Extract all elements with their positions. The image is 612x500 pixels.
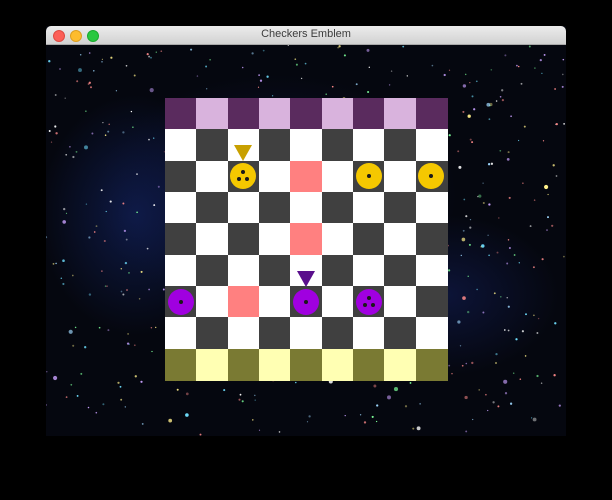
board-square[interactable] (165, 317, 197, 350)
board-square[interactable] (384, 192, 417, 224)
board-square[interactable] (165, 129, 197, 162)
board-square[interactable] (259, 98, 291, 130)
board-square[interactable] (165, 98, 197, 130)
board-square[interactable] (321, 129, 354, 162)
board-square[interactable] (384, 98, 417, 130)
board-square[interactable] (165, 254, 197, 287)
board-square[interactable] (227, 317, 260, 350)
piece-dot (366, 295, 371, 300)
board-square[interactable] (415, 286, 448, 318)
title-bar[interactable]: Checkers Emblem (46, 26, 566, 45)
board-square[interactable] (196, 192, 229, 224)
board-square[interactable] (415, 98, 448, 130)
piece-dot (429, 174, 434, 179)
board-square[interactable] (321, 317, 354, 350)
board-square[interactable] (165, 192, 197, 224)
board-square[interactable] (196, 286, 229, 318)
board-square[interactable] (321, 98, 354, 130)
piece-dot (245, 177, 250, 182)
board-square[interactable] (227, 223, 260, 256)
board-square[interactable] (415, 254, 448, 287)
board-square[interactable] (290, 98, 323, 130)
highlighted-square[interactable] (290, 160, 323, 193)
board-square[interactable] (196, 223, 229, 256)
board-square[interactable] (259, 348, 291, 381)
board-square[interactable] (196, 317, 229, 350)
board-square[interactable] (290, 129, 323, 162)
board-square[interactable] (321, 223, 354, 256)
board-square[interactable] (353, 192, 385, 224)
board-square[interactable] (227, 254, 260, 287)
board-square[interactable] (196, 348, 229, 381)
board-square[interactable] (196, 98, 229, 130)
board-square[interactable] (165, 223, 197, 256)
board-square[interactable] (259, 317, 291, 350)
game-board[interactable] (165, 98, 448, 381)
board-square[interactable] (259, 286, 291, 318)
board-square[interactable] (384, 348, 417, 381)
board-square[interactable] (353, 317, 385, 350)
board-square[interactable] (227, 192, 260, 224)
board-square[interactable] (259, 160, 291, 193)
board-square[interactable] (415, 192, 448, 224)
yellow-piece[interactable] (355, 163, 382, 190)
board-square[interactable] (384, 286, 417, 318)
board-square[interactable] (384, 223, 417, 256)
board-square[interactable] (321, 286, 354, 318)
board-square[interactable] (196, 254, 229, 287)
board-square[interactable] (415, 223, 448, 256)
board-square[interactable] (415, 348, 448, 381)
board-square[interactable] (290, 317, 323, 350)
piece-dot (370, 302, 375, 307)
board-square[interactable] (259, 192, 291, 224)
board-square[interactable] (321, 254, 354, 287)
board-square[interactable] (353, 223, 385, 256)
board-square[interactable] (384, 254, 417, 287)
board-square[interactable] (321, 192, 354, 224)
board-square[interactable] (196, 129, 229, 162)
board-square[interactable] (259, 129, 291, 162)
board-square[interactable] (259, 223, 291, 256)
board-square[interactable] (353, 129, 385, 162)
purple-piece[interactable] (355, 288, 382, 315)
board-square[interactable] (321, 348, 354, 381)
selection-arrow-icon (234, 145, 253, 162)
piece-dot (366, 174, 371, 179)
purple-piece[interactable] (167, 288, 194, 315)
board-square[interactable] (415, 317, 448, 350)
board-square[interactable] (290, 348, 323, 381)
selection-arrow-icon (297, 270, 315, 287)
purple-piece[interactable] (293, 288, 319, 315)
board-square[interactable] (384, 317, 417, 350)
piece-dot (241, 170, 246, 175)
board-square[interactable] (290, 192, 323, 224)
board-square[interactable] (384, 129, 417, 162)
highlighted-square[interactable] (227, 286, 260, 318)
board-square[interactable] (227, 98, 260, 130)
board-square[interactable] (353, 98, 385, 130)
piece-dot (362, 302, 367, 307)
board-square[interactable] (321, 160, 354, 193)
piece-dot (178, 299, 183, 304)
board-square[interactable] (415, 129, 448, 162)
board-square[interactable] (196, 160, 229, 193)
highlighted-square[interactable] (290, 223, 323, 256)
piece-dot (304, 299, 308, 304)
board-square[interactable] (384, 160, 417, 193)
board-square[interactable] (259, 254, 291, 287)
board-square[interactable] (165, 348, 197, 381)
board-square[interactable] (353, 254, 385, 287)
board-square[interactable] (227, 348, 260, 381)
piece-dot (237, 177, 242, 182)
window-title: Checkers Emblem (261, 28, 351, 40)
board-square[interactable] (353, 348, 385, 381)
board-square[interactable] (165, 160, 197, 193)
